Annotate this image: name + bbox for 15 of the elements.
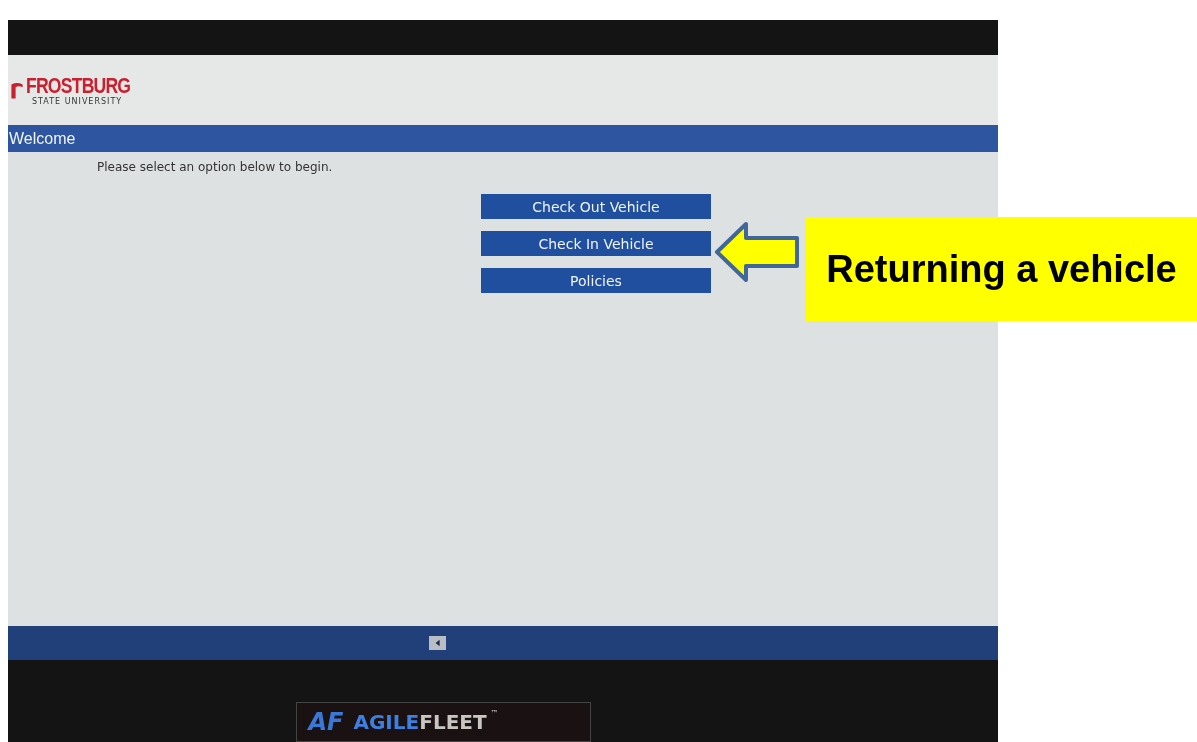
back-button[interactable] [429,636,446,650]
callout-label: Returning a vehicle [806,217,1197,321]
brand-mark: AF [308,708,344,736]
menu-button[interactable]: Check Out Vehicle [481,194,711,219]
logo-name: FROSTBURG [26,74,131,97]
logo-subtitle: STATE UNIVERSITY [31,96,124,106]
brand-name: AGILE [353,710,420,734]
page-title: Welcome [9,129,76,148]
prompt-text: Please select an option below to begin. [97,160,334,174]
back-arrow-icon [433,639,442,647]
brand-name: FLEET [419,710,487,734]
trademark-sign: ™ [490,709,499,718]
menu-button[interactable]: Policies [481,268,711,293]
arrow-icon [714,221,800,283]
menu-button[interactable]: Check In Vehicle [481,231,711,256]
